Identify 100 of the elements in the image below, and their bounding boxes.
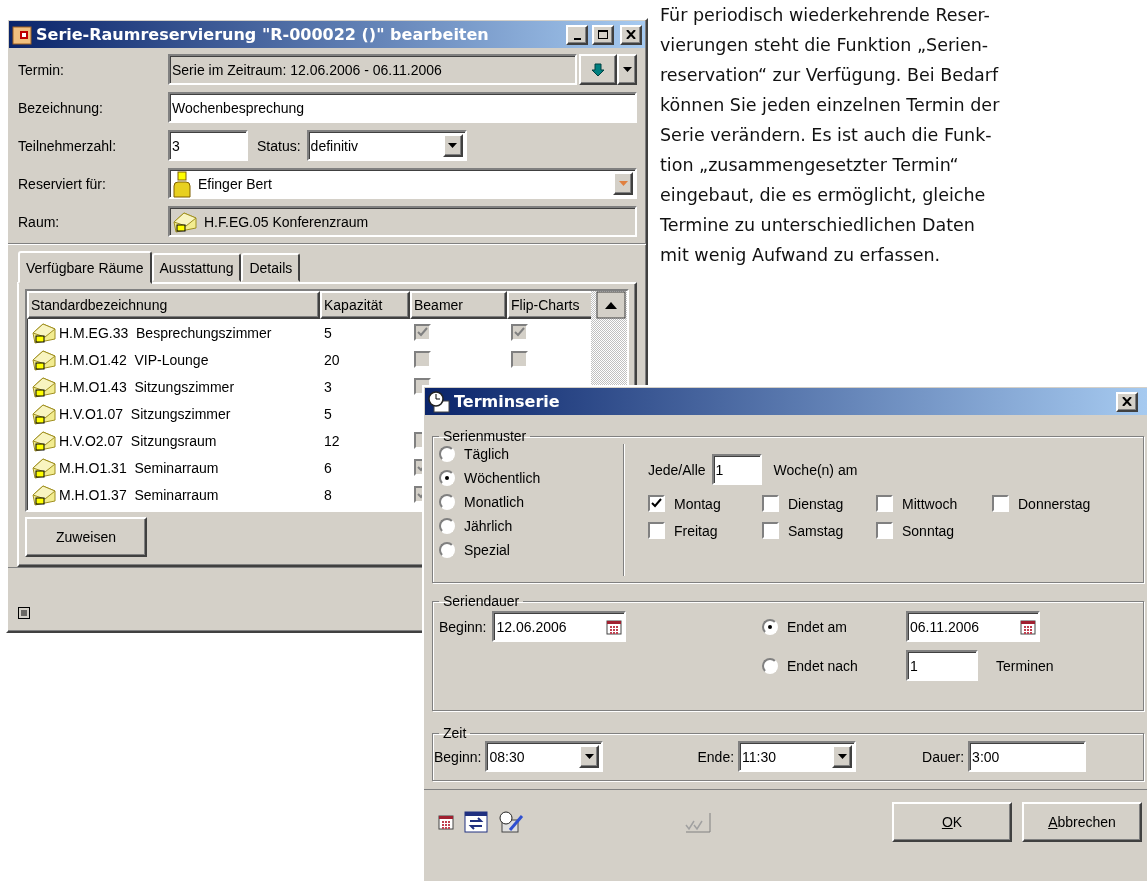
dropdown-button[interactable] <box>579 745 600 768</box>
caret-icon <box>585 754 594 759</box>
checkbox[interactable] <box>511 351 528 368</box>
checkbox-option[interactable]: Sonntag <box>876 522 992 539</box>
dropdown-button[interactable] <box>832 745 853 768</box>
radio-button[interactable] <box>762 618 778 635</box>
field-label: Dauer: <box>922 748 965 765</box>
date-field[interactable]: 12.06.2006 <box>492 611 627 642</box>
caret-icon <box>448 143 458 148</box>
radio-option[interactable]: Wöchentlich <box>439 470 623 486</box>
date-field[interactable]: 06.11.2006 <box>906 611 1040 642</box>
column-header[interactable]: Standardbezeichnung <box>27 291 320 319</box>
table-cell-text: 6 <box>323 459 333 476</box>
interval-field[interactable]: 1 <box>711 454 762 485</box>
table-cell-text: 3 <box>323 378 333 395</box>
dialog-button[interactable]: Abbrechen <box>1022 802 1142 842</box>
table-cell: H.M.O1.42 VIP-Lounge <box>27 347 320 372</box>
table-cell-text: 12 <box>323 432 341 449</box>
column-header[interactable]: Flip-Charts <box>507 291 591 319</box>
tab[interactable]: Verfügbare Räume <box>18 251 152 284</box>
document-icon <box>18 607 30 619</box>
number-field[interactable]: 3 <box>168 130 248 161</box>
duration-field[interactable]: 3:00 <box>968 741 1087 772</box>
checkbox[interactable] <box>648 522 665 539</box>
window-title: Serie-Raumreservierung "R-000022 ()" bearbeiten <box>36 25 490 44</box>
field-label: Terminen <box>996 657 1054 674</box>
caret-icon <box>837 754 847 759</box>
checkbox[interactable] <box>648 495 665 512</box>
tab[interactable]: Ausstattung <box>151 253 242 282</box>
maximize-button[interactable] <box>592 24 614 45</box>
radio-option[interactable]: Spezial <box>439 542 623 558</box>
tab[interactable]: Details <box>241 253 301 282</box>
checkbox-option[interactable]: Montag <box>648 495 762 512</box>
radio-button[interactable] <box>439 494 455 510</box>
radio-button[interactable] <box>439 446 455 462</box>
group-legend: Zeit <box>439 725 471 741</box>
close-icon <box>626 30 636 39</box>
calendar-icon <box>438 814 454 830</box>
checkbox-option[interactable]: Samstag <box>762 522 876 539</box>
column-header[interactable]: Kapazität <box>320 291 410 319</box>
dialog-button[interactable]: OK <box>892 802 1012 842</box>
close-button[interactable] <box>620 24 642 45</box>
checkbox-option[interactable]: Freitag <box>648 522 762 539</box>
table-cell: H.V.O2.07 Sitzungsraum <box>27 428 320 453</box>
radio-button[interactable] <box>762 657 778 674</box>
checkbox[interactable] <box>762 522 779 539</box>
clock-calendar-icon <box>428 390 450 413</box>
dialog-title: Terminserie <box>454 392 561 411</box>
calendar-arrows-icon <box>464 811 488 833</box>
check-icon <box>514 327 525 338</box>
group-legend: Serienmuster <box>439 428 531 444</box>
field-label: Woche(n) am <box>773 461 858 478</box>
person-dropdown[interactable]: Efinger Bert <box>168 168 637 199</box>
radio-option[interactable]: Täglich <box>439 446 623 462</box>
text-field[interactable]: Wochenbesprechung <box>168 92 637 123</box>
maximize-icon <box>597 29 609 40</box>
minimize-button[interactable] <box>566 24 588 45</box>
field-label: Bezeichnung: <box>18 99 104 116</box>
down-arrow-button[interactable] <box>579 54 617 85</box>
calendar-icon <box>606 618 623 635</box>
caret-icon <box>622 67 632 72</box>
count-field[interactable]: 1 <box>906 650 978 681</box>
field-label: Status: <box>257 137 301 154</box>
radio-option[interactable]: Monatlich <box>439 494 623 510</box>
caret-icon <box>618 181 628 186</box>
checkbox-option[interactable]: Donnerstag <box>992 495 1137 512</box>
window-icon <box>12 24 32 45</box>
field-label: Beginn: <box>434 748 482 765</box>
dropdown-button[interactable] <box>613 172 633 195</box>
checkbox[interactable] <box>414 324 431 341</box>
status-dropdown[interactable]: definitiv <box>306 130 467 161</box>
radio-button[interactable] <box>439 470 455 486</box>
checkbox[interactable] <box>511 324 528 341</box>
group-legend: Seriendauer <box>439 593 524 609</box>
checkbox[interactable] <box>992 495 1009 512</box>
time-dropdown[interactable]: 08:30 <box>485 741 604 772</box>
calendar-icon <box>1020 618 1036 635</box>
checkbox-option[interactable]: Dienstag <box>762 495 876 512</box>
radio-button[interactable] <box>439 518 455 534</box>
minimize-icon <box>573 37 581 40</box>
assign-button[interactable]: Zuweisen <box>25 517 147 557</box>
dropdown-button[interactable] <box>442 134 463 157</box>
close-icon <box>1122 397 1132 406</box>
radio-option[interactable]: Jährlich <box>439 518 623 534</box>
field-label: Termin: <box>18 61 65 78</box>
column-header[interactable]: Beamer <box>410 291 507 319</box>
checkbox[interactable] <box>414 351 431 368</box>
radio-option[interactable]: Endet am <box>762 618 906 635</box>
field-label: Raum: <box>18 213 61 230</box>
checkbox[interactable] <box>876 495 893 512</box>
radio-button[interactable] <box>439 542 455 558</box>
close-button[interactable] <box>1116 391 1138 412</box>
time-dropdown[interactable]: 11:30 <box>738 741 857 772</box>
field-label: Jede/Alle <box>648 461 706 478</box>
dropdown-button[interactable] <box>617 54 637 85</box>
table-cell: H.V.O1.07 Sitzungszimmer <box>27 401 320 426</box>
checkbox-option[interactable]: Mittwoch <box>876 495 992 512</box>
checkbox[interactable] <box>762 495 779 512</box>
checkbox[interactable] <box>876 522 893 539</box>
radio-option[interactable]: Endet nach <box>762 657 906 674</box>
